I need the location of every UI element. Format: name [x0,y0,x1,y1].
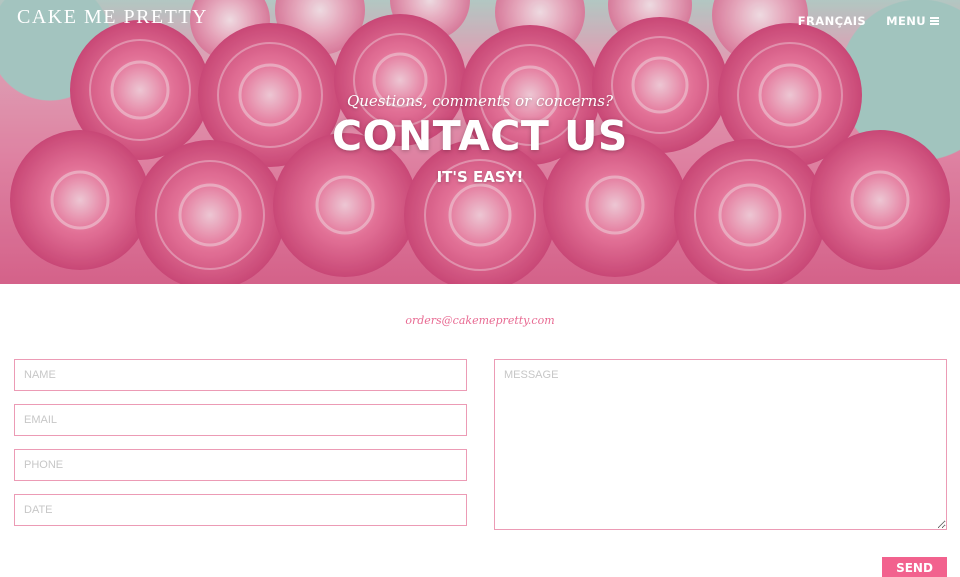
hero-tagline: Questions, comments or concerns? [346,92,614,110]
hamburger-icon [930,17,939,25]
contact-email-link[interactable]: orders@cakemepretty.com [0,314,960,327]
hero-text: Questions, comments or concerns? CONTACT… [0,92,960,186]
hero-subtitle: IT'S EASY! [436,168,524,186]
language-link[interactable]: FRANÇAIS [798,14,866,28]
site-logo[interactable]: CAKE ME PRETTY [17,6,208,29]
hero-banner: CAKE ME PRETTY FRANÇAIS MENU Questions, … [0,0,960,284]
message-field[interactable] [494,359,947,530]
send-button[interactable]: SEND [882,557,947,577]
top-nav: FRANÇAIS MENU [798,14,939,28]
date-field[interactable] [14,494,467,526]
menu-button[interactable]: MENU [886,14,939,28]
phone-field[interactable] [14,449,467,481]
language-label: FRANÇAIS [797,14,867,28]
email-field[interactable] [14,404,467,436]
page-title: CONTACT US [332,112,628,160]
menu-label: MENU [886,14,926,28]
name-field[interactable] [14,359,467,391]
